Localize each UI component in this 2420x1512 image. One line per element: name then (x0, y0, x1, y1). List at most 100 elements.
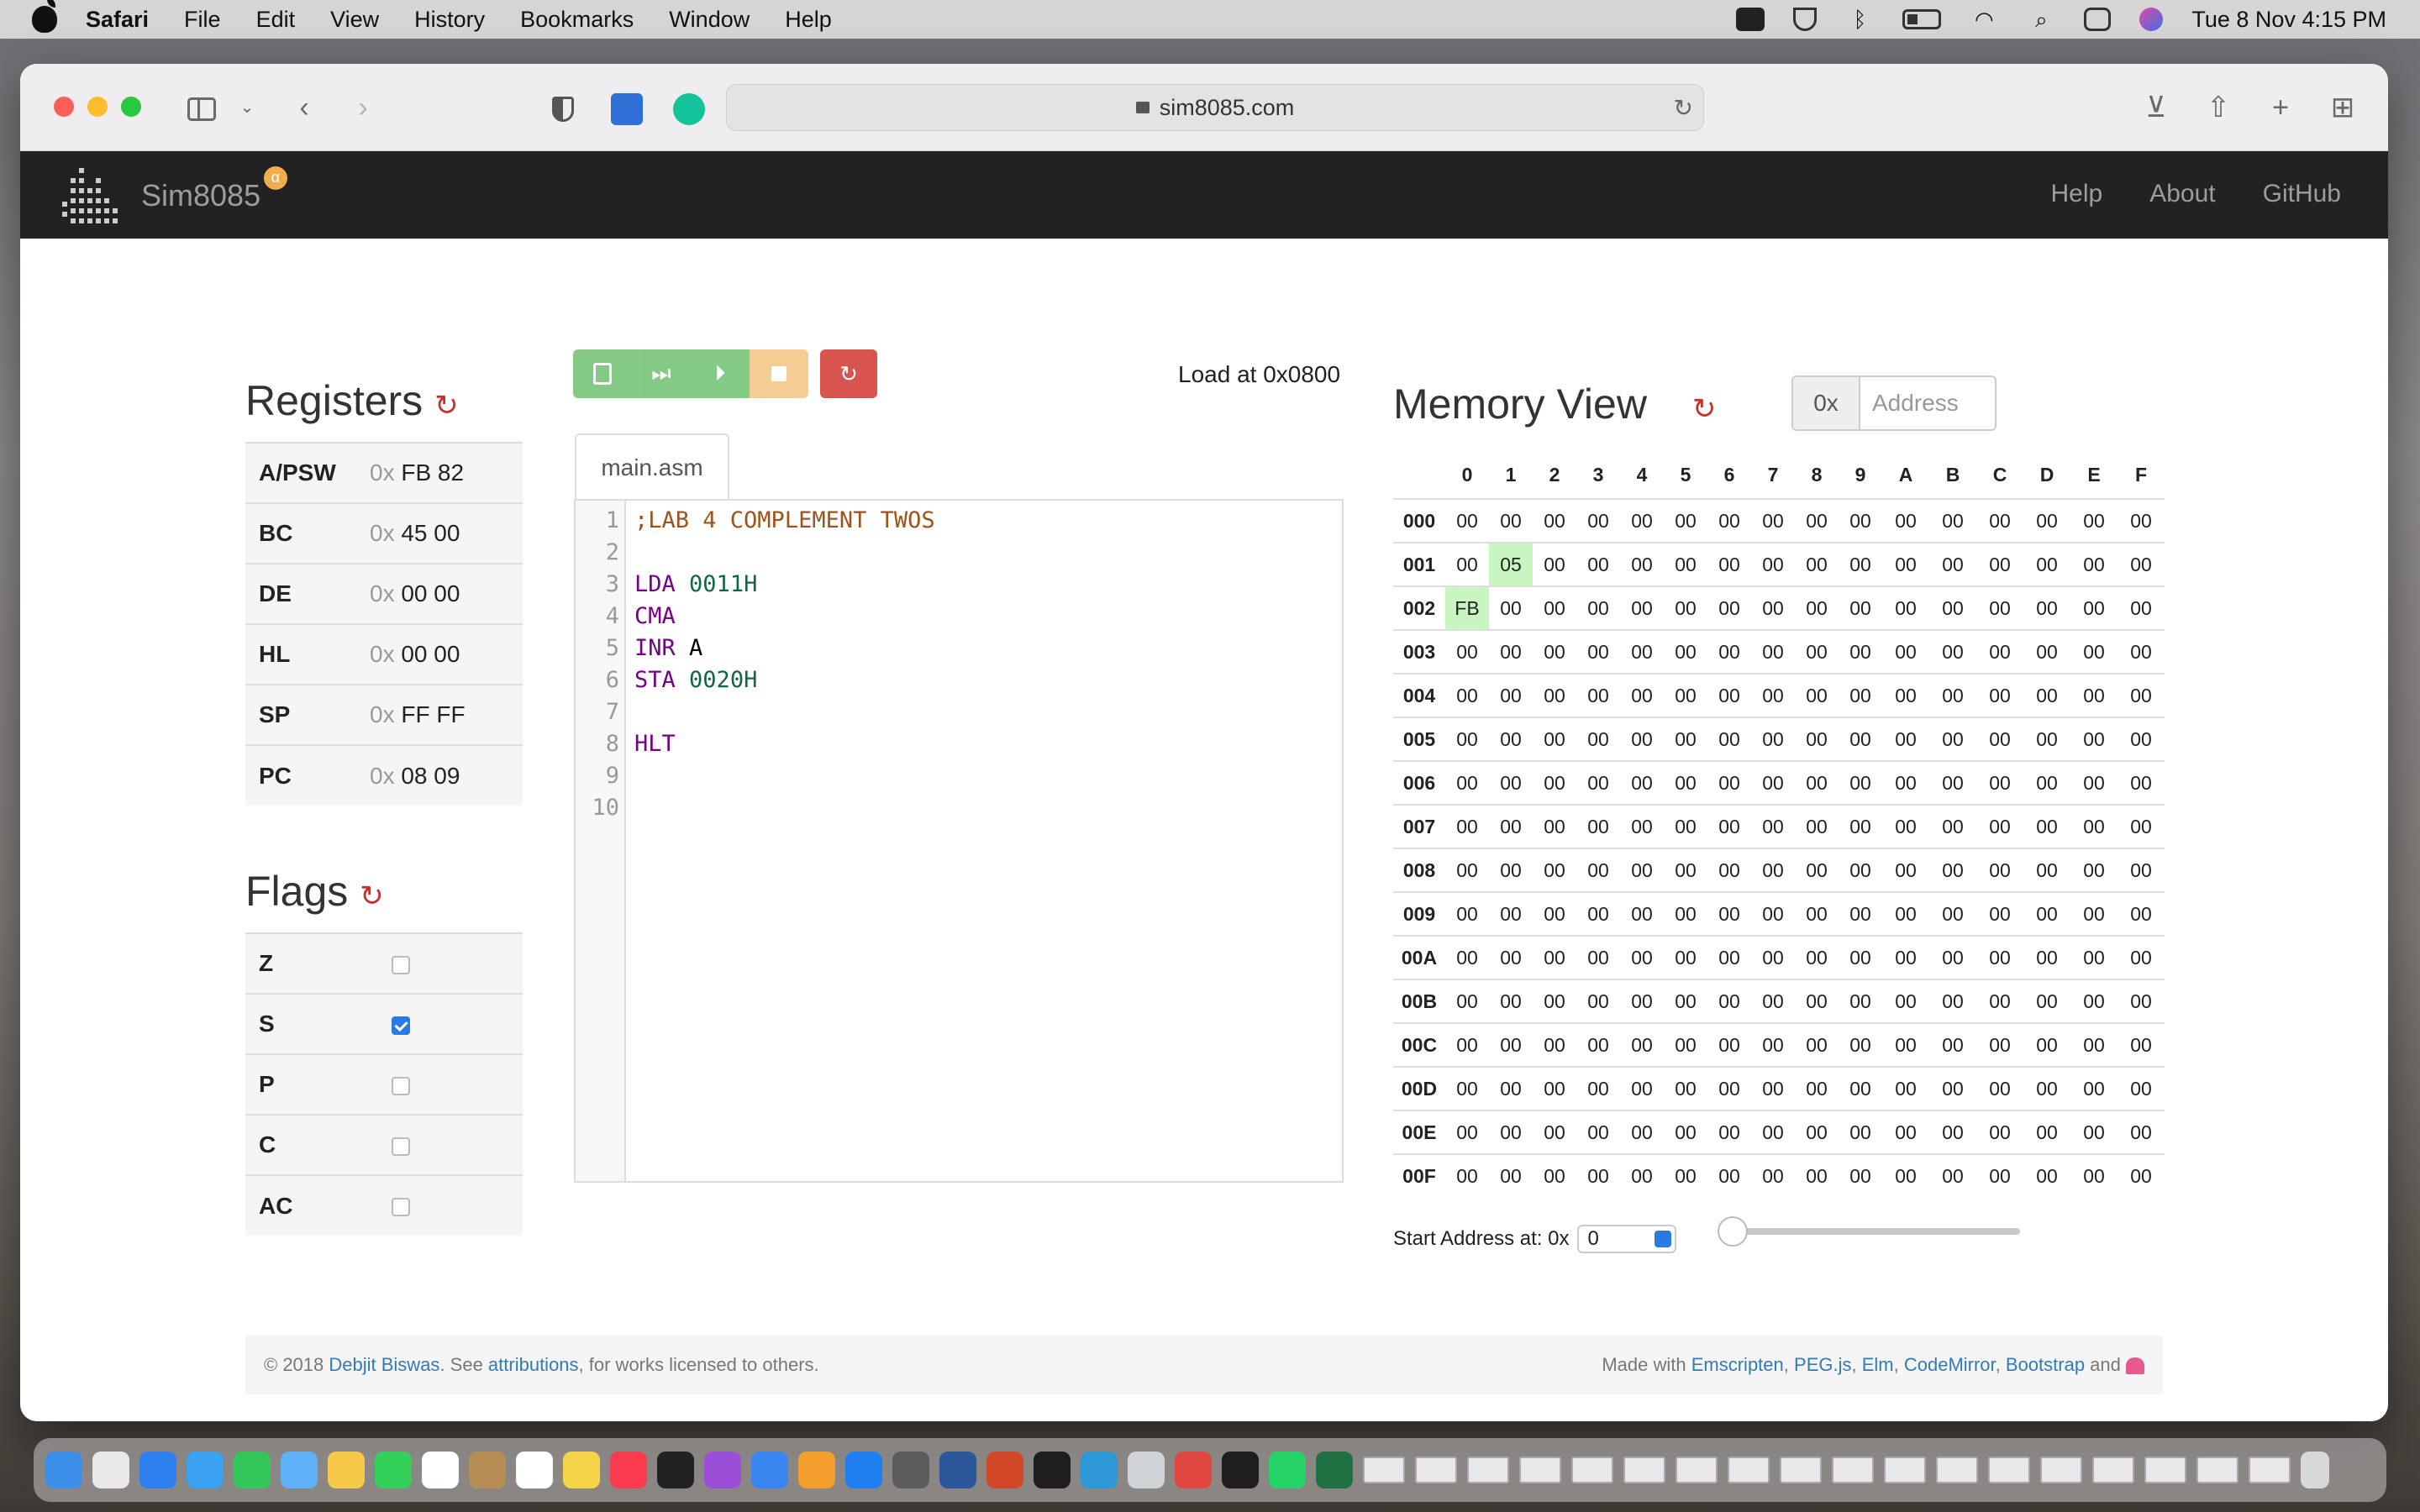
memory-cell[interactable]: 00 (1882, 935, 1929, 979)
memory-cell[interactable]: 00 (1839, 1066, 1882, 1110)
memory-cell[interactable]: 00 (2070, 891, 2118, 936)
memory-cell[interactable]: 00 (2118, 979, 2165, 1023)
close-window-button[interactable] (54, 97, 74, 117)
memory-cell[interactable]: 00 (1489, 585, 1533, 630)
dock-app-icon[interactable] (939, 1452, 976, 1488)
memory-cell[interactable]: 00 (1445, 717, 1489, 761)
dock-app-icon[interactable] (751, 1452, 788, 1488)
share-icon[interactable]: ⇧ (2200, 89, 2237, 126)
memory-cell[interactable]: 00 (1751, 891, 1795, 936)
code-editor[interactable]: 1 2 3 4 5 6 7 8 9 10 ;LAB 4 COMPLEMENT TWOS LDA 00… (574, 499, 1344, 1183)
memory-cell[interactable]: 00 (2118, 629, 2165, 674)
memory-cell[interactable]: 00 (2118, 1022, 2165, 1067)
memory-cell[interactable]: 00 (1839, 1153, 1882, 1198)
memory-cell[interactable]: 00 (1839, 979, 1882, 1023)
memory-cell[interactable]: 00 (1445, 848, 1489, 892)
memory-cell[interactable]: 00 (1445, 1153, 1489, 1198)
memory-cell[interactable]: 00 (1489, 979, 1533, 1023)
memory-cell[interactable]: 00 (1929, 717, 1976, 761)
memory-cell[interactable]: 00 (1839, 542, 1882, 586)
shield-status-icon[interactable] (1793, 8, 1818, 31)
dock-window-thumbnail[interactable] (1467, 1457, 1509, 1483)
memory-cell[interactable]: 00 (1533, 542, 1576, 586)
memory-cell[interactable]: 00 (1620, 1110, 1664, 1154)
memory-cell[interactable]: 00 (1707, 673, 1751, 717)
memory-cell[interactable]: 00 (1707, 542, 1751, 586)
memory-cell[interactable]: 00 (1795, 848, 1839, 892)
back-icon[interactable]: ‹ (286, 89, 323, 126)
memory-cell[interactable]: 00 (2023, 804, 2070, 848)
memory-cell[interactable]: 00 (1707, 804, 1751, 848)
memory-cell[interactable]: 00 (1929, 1110, 1976, 1154)
memory-cell[interactable]: 00 (1795, 804, 1839, 848)
memory-cell[interactable]: 00 (1751, 673, 1795, 717)
register-value[interactable]: 00 00 (401, 641, 460, 667)
dock-window-thumbnail[interactable] (2144, 1457, 2186, 1483)
start-address-stepper[interactable]: 0 (1577, 1225, 1677, 1253)
register-value[interactable]: 00 00 (401, 580, 460, 606)
memory-cell[interactable]: 00 (1839, 891, 1882, 936)
memory-cell[interactable]: 00 (2118, 804, 2165, 848)
dock-app-icon[interactable] (704, 1452, 741, 1488)
memory-cell[interactable]: 00 (2070, 1153, 2118, 1198)
memory-cell[interactable]: 00 (2023, 498, 2070, 543)
memory-cell[interactable]: 00 (1707, 1153, 1751, 1198)
memory-cell[interactable]: 00 (1839, 760, 1882, 805)
dock-window-thumbnail[interactable] (1415, 1457, 1457, 1483)
dock-window-thumbnail[interactable] (1676, 1457, 1718, 1483)
memory-cell[interactable]: 00 (1976, 848, 2023, 892)
dock-app-icon[interactable] (1081, 1452, 1118, 1488)
dock-app-icon[interactable] (1222, 1452, 1259, 1488)
memory-cell[interactable]: 00 (1576, 935, 1620, 979)
dock-app-icon[interactable] (1175, 1452, 1212, 1488)
register-value[interactable]: 08 09 (401, 763, 460, 789)
memory-cell[interactable]: 00 (1839, 629, 1882, 674)
dock-app-icon[interactable] (187, 1452, 224, 1488)
memory-cell[interactable]: 00 (2023, 1110, 2070, 1154)
memory-cell[interactable]: 00 (2118, 1153, 2165, 1198)
memory-cell[interactable]: 00 (1795, 891, 1839, 936)
memory-cell[interactable]: 00 (1929, 1153, 1976, 1198)
memory-cell[interactable]: 00 (1751, 979, 1795, 1023)
dock-window-thumbnail[interactable] (1988, 1457, 2030, 1483)
memory-cell[interactable]: 00 (2023, 979, 2070, 1023)
memory-cell[interactable]: 00 (1664, 1022, 1707, 1067)
memory-cell[interactable]: 00 (1707, 498, 1751, 543)
dock-app-icon[interactable] (1034, 1452, 1071, 1488)
memory-cell[interactable]: 00 (1664, 585, 1707, 630)
memory-cell[interactable]: 00 (1882, 891, 1929, 936)
dock-app-icon[interactable] (845, 1452, 882, 1488)
register-value-cell[interactable]: 0x 08 09 (356, 744, 523, 806)
codemirror-link[interactable]: CodeMirror (1904, 1354, 1996, 1375)
memory-cell[interactable]: 00 (1620, 935, 1664, 979)
memory-cell[interactable]: 00 (1445, 1022, 1489, 1067)
pegjs-link[interactable]: PEG.js (1794, 1354, 1851, 1375)
flags-refresh-icon[interactable]: ↻ (360, 882, 388, 911)
memory-cell[interactable]: 00 (1795, 979, 1839, 1023)
memory-cell[interactable]: 00 (1795, 673, 1839, 717)
memory-cell[interactable]: 00 (1751, 1022, 1795, 1067)
memory-cell[interactable]: 00 (1839, 935, 1882, 979)
memory-cell[interactable]: 00 (2118, 542, 2165, 586)
memory-cell[interactable]: 00 (1976, 760, 2023, 805)
memory-cell[interactable]: 00 (1533, 935, 1576, 979)
memory-cell[interactable]: 00 (1707, 1066, 1751, 1110)
memory-cell[interactable]: 00 (1929, 673, 1976, 717)
memory-cell[interactable]: 00 (1839, 848, 1882, 892)
memory-cell[interactable]: 00 (1751, 498, 1795, 543)
spotlight-search-icon[interactable]: ⌕ (2027, 8, 2055, 31)
memory-cell[interactable]: 00 (2023, 629, 2070, 674)
memory-cell[interactable]: 00 (1576, 498, 1620, 543)
memory-cell[interactable]: 00 (1620, 1022, 1664, 1067)
memory-cell[interactable]: 00 (1751, 848, 1795, 892)
register-value-cell[interactable]: 0x 45 00 (356, 502, 523, 564)
memory-cell[interactable]: 00 (2023, 891, 2070, 936)
memory-cell[interactable]: 00 (1664, 1110, 1707, 1154)
memory-cell[interactable]: 00 (1445, 542, 1489, 586)
bear-app-icon[interactable] (1736, 8, 1765, 31)
memory-cell[interactable]: 00 (1929, 804, 1976, 848)
memory-cell[interactable]: 00 (1751, 935, 1795, 979)
memory-cell[interactable]: 00 (1976, 979, 2023, 1023)
dock-window-thumbnail[interactable] (2040, 1457, 2082, 1483)
memory-cell[interactable]: 00 (1576, 673, 1620, 717)
